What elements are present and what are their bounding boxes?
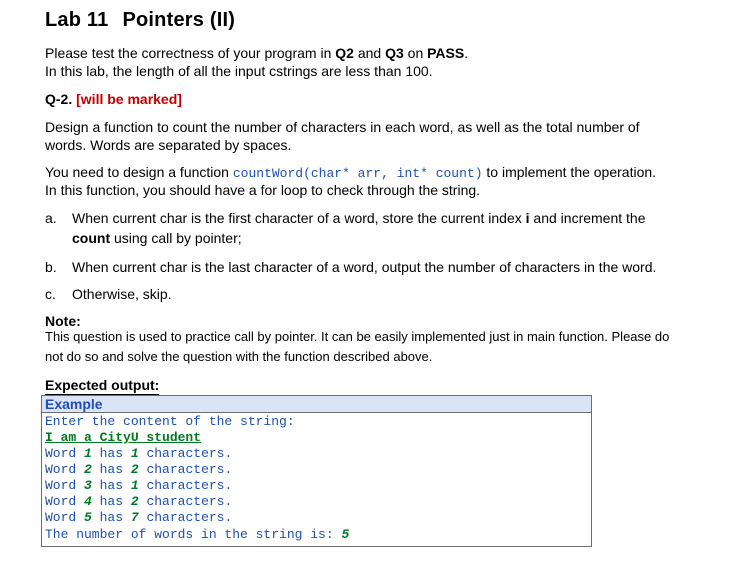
note-body: This question is used to practice call b… <box>45 327 715 367</box>
list-item-c: Otherwise, skip. <box>72 286 172 302</box>
example-word-line: Word 5 has 7 characters. <box>45 510 232 526</box>
word-char-count: 1 <box>130 446 139 461</box>
word-index: 2 <box>84 462 92 477</box>
question-id: Q-2. <box>45 91 73 107</box>
q2-ref: Q2 <box>335 45 354 61</box>
list-item-b: When current char is the last character … <box>72 259 657 275</box>
word-char-count: 2 <box>130 494 139 509</box>
word-char-count: 7 <box>130 510 139 525</box>
desc-line-2: words. Words are separated by spaces. <box>45 137 292 153</box>
word-prefix: Word <box>45 494 85 509</box>
desc-text: to implement the operation. <box>482 164 657 180</box>
example-word-line: Word 4 has 2 characters. <box>45 494 232 510</box>
word-mid: has <box>91 510 131 525</box>
list-text: When current char is the first character… <box>72 210 526 226</box>
question-heading: Q-2. [will be marked] <box>45 90 182 108</box>
word-suffix: characters. <box>138 494 233 509</box>
marked-tag: [will be marked] <box>76 91 182 107</box>
word-mid: has <box>91 446 131 461</box>
function-signature: countWord(char* arr, int* count) <box>232 166 483 181</box>
list-marker-c: c. <box>45 286 56 302</box>
note-line-1: This question is used to practice call b… <box>45 329 670 344</box>
example-title: Example <box>42 396 591 413</box>
example-input-text: I am a CityU student <box>45 430 202 445</box>
desc-line-3: You need to design a function countWord(… <box>45 163 656 183</box>
intro-text: on <box>403 45 428 61</box>
intro-line-1: Please test the correctness of your prog… <box>45 44 468 62</box>
list-text: using call by pointer; <box>110 230 242 246</box>
word-index: 1 <box>84 446 92 461</box>
word-mid: has <box>91 494 131 509</box>
lab-topic: Pointers (II) <box>122 9 236 31</box>
count-var: count <box>72 230 111 246</box>
word-prefix: Word <box>45 446 85 461</box>
word-mid: has <box>91 478 131 493</box>
word-suffix: characters. <box>138 446 233 461</box>
list-text: and increment the <box>529 210 646 226</box>
example-word-line: Word 3 has 1 characters. <box>45 478 232 494</box>
word-prefix: Word <box>45 510 85 525</box>
intro-text: . <box>464 45 469 61</box>
word-index: 3 <box>84 478 92 493</box>
example-word-line: Word 2 has 2 characters. <box>45 462 232 478</box>
example-input: I am a CityU student <box>45 430 201 446</box>
note-line-2: not do so and solve the question with th… <box>45 349 433 364</box>
word-char-count: 1 <box>130 478 139 493</box>
desc-text: You need to design a function <box>45 164 233 180</box>
total-value: 5 <box>341 527 350 542</box>
example-prompt: Enter the content of the string: <box>45 414 295 429</box>
example-box: Example Enter the content of the string:… <box>41 395 592 547</box>
expected-output-heading: Expected output: <box>45 377 160 395</box>
word-mid: has <box>91 462 131 477</box>
word-prefix: Word <box>45 478 85 493</box>
intro-line-2: In this lab, the length of all the input… <box>45 63 433 79</box>
list-marker-b: b. <box>45 259 57 275</box>
list-marker-a: a. <box>45 210 57 226</box>
total-label: The number of words in the string is: <box>45 527 342 542</box>
desc-line-1: Design a function to count the number of… <box>45 119 640 135</box>
q3-ref: Q3 <box>385 45 404 61</box>
pass-ref: PASS <box>427 45 465 61</box>
lab-number: Lab 11 <box>45 9 109 31</box>
word-suffix: characters. <box>138 510 233 525</box>
intro-text: and <box>353 45 386 61</box>
desc-line-4: In this function, you should have a for … <box>45 182 481 198</box>
word-index: 5 <box>84 510 92 525</box>
word-prefix: Word <box>45 462 85 477</box>
example-word-line: Word 1 has 1 characters. <box>45 446 232 462</box>
word-suffix: characters. <box>138 478 233 493</box>
word-suffix: characters. <box>138 462 233 477</box>
intro-text: Please test the correctness of your prog… <box>45 45 336 61</box>
example-total-line: The number of words in the string is: 5 <box>45 527 349 543</box>
word-index: 4 <box>84 494 92 509</box>
lab-title: Lab 11 Pointers (II) <box>45 9 235 32</box>
word-char-count: 2 <box>130 462 139 477</box>
list-item-a: When current char is the first character… <box>72 208 646 248</box>
